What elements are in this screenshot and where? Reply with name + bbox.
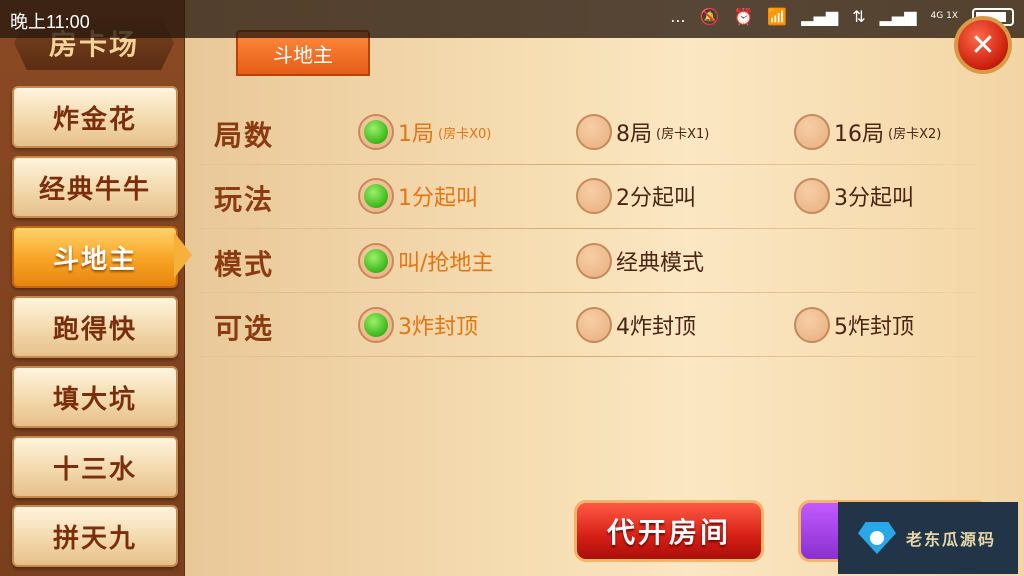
status-bar: 晚上11:00 ... 🔕 ⏰ 📶 ▂▄▆ ⇅ ▂▄▆ 4G 1X [0,0,1024,38]
option-label: 3分起叫 [834,186,914,211]
radio-icon[interactable] [576,114,612,150]
sidebar-item-zhajinhua[interactable]: 炸金花 [12,86,178,148]
option-row-mode: 模式 叫/抢地主 经典模式 [196,233,976,293]
option-sublabel: (房卡X1) [656,126,710,142]
radio-icon[interactable] [576,307,612,343]
option-sublabel: (房卡X2) [888,126,942,142]
option-play-1[interactable]: 1分起叫 [358,176,478,216]
option-mode-grab[interactable]: 叫/抢地主 [358,241,493,281]
option-play-2[interactable]: 2分起叫 [576,176,696,216]
option-label: 叫/抢地主 [398,251,494,276]
option-label: 3炸封顶 [398,315,478,340]
close-icon: ✕ [970,27,996,63]
option-label: 经典模式 [616,251,705,276]
radio-selected-icon[interactable] [358,114,394,150]
diamond-logo-icon [858,522,896,554]
radio-selected-icon[interactable] [358,178,394,214]
row-label: 模式 [214,248,275,281]
sidebar-item-niuniu[interactable]: 经典牛牛 [12,156,178,218]
option-cap-5[interactable]: 5炸封顶 [794,305,914,345]
signal-icon: ▂▄▆ [801,7,839,26]
option-label: 4炸封顶 [616,315,696,340]
radio-icon[interactable] [576,243,612,279]
radio-icon[interactable] [794,114,830,150]
watermark-text: 老东瓜源码 [906,530,997,549]
radio-icon[interactable] [576,178,612,214]
radio-icon[interactable] [794,307,830,343]
row-label: 玩法 [214,183,275,216]
option-label: 2分起叫 [616,186,696,211]
divider [200,356,976,357]
option-label: 1分起叫 [398,186,478,211]
close-button[interactable]: ✕ [954,16,1012,74]
option-label: 1局 [398,122,434,147]
option-row-extra: 可选 3炸封顶 4炸封顶 5炸封顶 [196,297,976,357]
option-label: 5炸封顶 [834,315,914,340]
option-mode-classic[interactable]: 经典模式 [576,241,704,281]
radio-icon[interactable] [794,178,830,214]
sidebar-item-tiandakeng[interactable]: 填大坑 [12,366,178,428]
watermark: 老东瓜源码 [838,502,1018,574]
data-arrows-icon: ⇅ [852,7,866,26]
option-label: 16局 [834,122,884,147]
radio-selected-icon[interactable] [358,243,394,279]
signal-icon-2: ▂▄▆ [879,7,917,26]
open-room-for-others-button[interactable]: 代开房间 [574,500,764,562]
radio-selected-icon[interactable] [358,307,394,343]
mute-icon: 🔕 [699,7,720,26]
option-play-3[interactable]: 3分起叫 [794,176,914,216]
wifi-icon: 📶 [767,7,788,26]
divider [200,164,976,165]
option-rounds-1[interactable]: 1局 (房卡X0) [358,112,491,152]
option-rounds-16[interactable]: 16局 (房卡X2) [794,112,941,152]
divider [200,228,976,229]
sidebar-item-paodekuai[interactable]: 跑得快 [12,296,178,358]
option-sublabel: (房卡X0) [438,126,492,142]
option-row-rounds: 局数 1局 (房卡X0) 8局 (房卡X1) 16局 (房卡X2) [196,104,976,164]
option-rounds-8[interactable]: 8局 (房卡X1) [576,112,709,152]
status-time: 晚上11:00 [10,12,90,32]
sidebar-item-doudizhu[interactable]: 斗地主 [12,226,178,288]
row-label: 局数 [214,119,275,152]
option-cap-4[interactable]: 4炸封顶 [576,305,696,345]
sidebar-item-pintianjiu[interactable]: 拼天九 [12,505,178,567]
divider [200,292,976,293]
more-icon: ... [670,7,686,26]
option-cap-3[interactable]: 3炸封顶 [358,305,478,345]
alarm-icon: ⏰ [733,7,754,26]
row-label: 可选 [214,312,275,345]
network-type: 4G 1X [930,11,958,21]
option-row-play: 玩法 1分起叫 2分起叫 3分起叫 [196,168,976,228]
sidebar-item-shisanshui[interactable]: 十三水 [12,436,178,498]
option-label: 8局 [616,122,652,147]
